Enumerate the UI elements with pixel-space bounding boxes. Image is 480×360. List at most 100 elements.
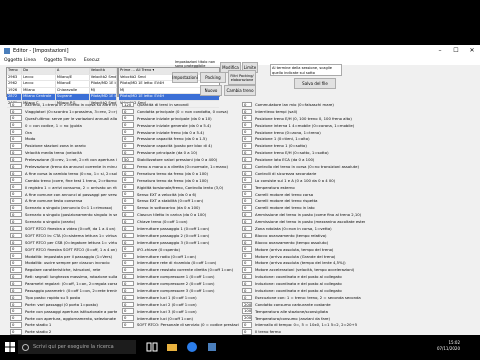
param-value-input[interactable]: 0: [10, 329, 22, 335]
param-value-input[interactable]: 0: [10, 122, 22, 128]
param-value-input[interactable]: 0: [122, 225, 134, 232]
param-value-input[interactable]: 0: [122, 108, 134, 115]
param-value-input[interactable]: 0: [122, 301, 134, 308]
param-value-input[interactable]: 0: [242, 280, 252, 287]
param-value-input[interactable]: 0: [122, 163, 134, 170]
grid-row[interactable]: 2872 Milano Centrale Sugrane Pilota/MD 1E l…: [7, 94, 117, 101]
param-value-input[interactable]: 0: [122, 287, 134, 294]
param-value-input[interactable]: 0: [10, 184, 22, 190]
impostazioni-button[interactable]: Impostazioni: [172, 72, 198, 83]
grid-row[interactable]: 2962LeccoMilanoEPilota/MD 1E letto: EV4H: [7, 81, 117, 88]
param-value-input[interactable]: 0: [10, 198, 22, 204]
filtri-button[interactable]: Filtri Packing/ elaborazione: [228, 70, 256, 85]
param-value-input[interactable]: 0: [10, 294, 22, 301]
param-value-input[interactable]: 0: [10, 177, 22, 183]
param-value-input[interactable]: 0: [122, 170, 134, 177]
param-value-input[interactable]: 100: [242, 308, 252, 314]
param-value-input[interactable]: 0: [122, 273, 134, 280]
param-value-input[interactable]: 0: [242, 329, 252, 335]
param-value-input[interactable]: 50: [122, 156, 134, 163]
minimize-button[interactable]: –: [432, 45, 448, 57]
param-value-input[interactable]: 0: [122, 308, 134, 314]
param-value-input[interactable]: 0: [242, 294, 252, 301]
param-value-input[interactable]: 0: [10, 211, 22, 218]
param-value-input[interactable]: 0: [242, 191, 252, 197]
param-value-input[interactable]: 0: [242, 156, 252, 163]
param-value-input[interactable]: 0: [10, 156, 22, 163]
param-value-input[interactable]: 0: [10, 260, 22, 266]
param-value-input[interactable]: 0: [122, 184, 134, 190]
salva-button[interactable]: Salva del file: [294, 78, 336, 89]
param-value-input[interactable]: 200: [242, 301, 252, 308]
file-explorer-icon[interactable]: [166, 341, 178, 353]
param-value-input[interactable]: 0: [242, 218, 252, 225]
param-value-input[interactable]: 0: [242, 177, 252, 183]
param-value-input[interactable]: 0: [10, 280, 22, 287]
param-value-input[interactable]: 0: [122, 177, 134, 183]
param-value-input[interactable]: 0: [242, 225, 252, 232]
param-value-input[interactable]: 0: [242, 239, 252, 245]
param-value-input[interactable]: 0: [122, 218, 134, 225]
param-value-input[interactable]: 0: [10, 205, 22, 211]
param-value-input[interactable]: 0: [122, 253, 134, 259]
param-value-input[interactable]: 0: [242, 184, 252, 190]
param-value-input[interactable]: 0: [122, 239, 134, 245]
param-value-input[interactable]: 0: [242, 211, 252, 218]
param-value-input[interactable]: 0: [122, 294, 134, 301]
param-value-input[interactable]: 0: [10, 246, 22, 252]
param-value-input[interactable]: 0: [242, 322, 252, 328]
param-value-input[interactable]: 0: [242, 163, 252, 170]
param-value-input[interactable]: 0: [10, 253, 22, 259]
param-value-input[interactable]: 0: [122, 122, 134, 128]
param-value-input[interactable]: 0: [10, 218, 22, 225]
param-value-input[interactable]: 0: [10, 115, 22, 121]
param-value-input[interactable]: 0: [242, 260, 252, 266]
param-value-input[interactable]: 0: [122, 232, 134, 239]
close-button[interactable]: ✕: [464, 45, 480, 57]
param-value-input[interactable]: 0: [10, 315, 22, 321]
param-value-input[interactable]: 0: [242, 170, 252, 177]
train-grid[interactable]: Treno Da A Velocità 2963 Lecco Milano/E Vel…: [6, 67, 118, 108]
param-value-input[interactable]: 0: [242, 232, 252, 239]
param-value-input[interactable]: 0: [10, 191, 22, 197]
param-value-input[interactable]: 0: [242, 115, 252, 121]
param-value-input[interactable]: 0: [122, 246, 134, 252]
menu-oggetto-treno[interactable]: Oggetto Treno: [40, 57, 80, 65]
param-value-input[interactable]: 0: [10, 239, 22, 245]
param-value-input[interactable]: 0: [242, 287, 252, 294]
param-value-input[interactable]: 0: [122, 143, 134, 149]
param-value-input[interactable]: 0: [122, 211, 134, 218]
param-value-input[interactable]: 0: [242, 198, 252, 204]
param-value-input[interactable]: 0: [242, 108, 252, 115]
param-value-input[interactable]: 0: [10, 129, 22, 135]
param-value-input[interactable]: 0: [122, 280, 134, 287]
param-value-input[interactable]: 0: [122, 267, 134, 273]
param-value-input[interactable]: 0: [10, 149, 22, 156]
param-value-input[interactable]: 0: [122, 260, 134, 266]
param-value-input[interactable]: 0: [242, 273, 252, 280]
cambia-treno-button[interactable]: Cambia treno: [224, 85, 256, 96]
param-value-input[interactable]: 0: [122, 322, 134, 328]
task-view-icon[interactable]: [146, 341, 158, 353]
menu-esecuz[interactable]: Esecuz: [80, 57, 104, 65]
packing-button[interactable]: Packing: [200, 72, 226, 83]
param-value-input[interactable]: 0: [122, 198, 134, 204]
browser-icon[interactable]: [186, 341, 198, 353]
param-value-input[interactable]: 0: [10, 232, 22, 239]
param-value-input[interactable]: 0: [242, 246, 252, 252]
param-value-input[interactable]: 0: [10, 322, 22, 328]
windows-start-icon[interactable]: [4, 341, 16, 353]
param-value-input[interactable]: 0: [242, 143, 252, 149]
param-value-input[interactable]: 0: [10, 273, 22, 280]
grid-row[interactable]: 2963 Lecco Milano/E Velocità2 Smd: [7, 74, 117, 82]
menu-oggetto-linea[interactable]: Oggetto Linea: [0, 57, 40, 65]
param-value-input[interactable]: 0: [242, 149, 252, 156]
param-value-input[interactable]: 0: [242, 205, 252, 211]
editor-app-icon[interactable]: [206, 341, 218, 353]
param-value-input[interactable]: 0: [10, 267, 22, 273]
param-value-input[interactable]: 200: [242, 315, 252, 321]
param-value-input[interactable]: 0: [10, 108, 22, 115]
param-value-input[interactable]: 0: [10, 301, 22, 308]
param-value-input[interactable]: 0: [122, 315, 134, 321]
param-value-input[interactable]: 0: [122, 115, 134, 121]
